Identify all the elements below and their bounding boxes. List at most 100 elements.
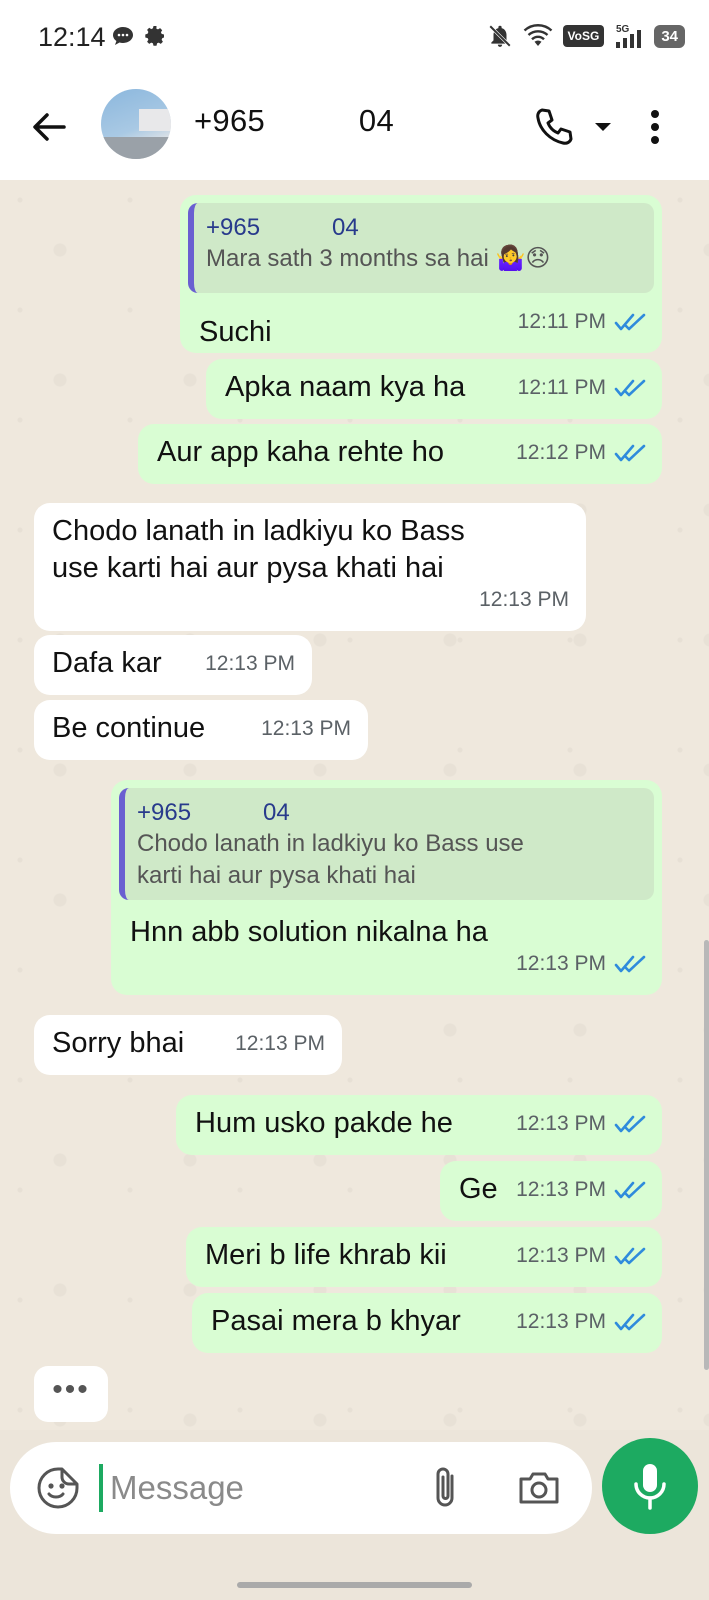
message-time: 12:13 PM	[205, 652, 295, 675]
quoted-message[interactable]: +965 04 Chodo lanath in ladkiyu ko Bass …	[119, 788, 654, 900]
message-time: 12:13 PM	[516, 1112, 606, 1135]
camera-icon	[519, 1472, 559, 1504]
quoted-text: karti hai aur pysa khati hai	[137, 862, 416, 889]
battery-indicator: 34	[654, 24, 685, 48]
message-text: use karti hai aur pysa khati hai	[52, 552, 444, 584]
message-time: 12:13 PM	[516, 1178, 606, 1201]
read-ticks-icon	[614, 1181, 646, 1199]
message-outgoing[interactable]: Hum usko pakde he 12:13 PM	[176, 1095, 662, 1155]
message-outgoing[interactable]: +965 04 Mara sath 3 months sa hai 🤷‍♀️😞 …	[180, 195, 662, 353]
message-incoming[interactable]: Dafa kar 12:13 PM	[34, 635, 312, 695]
read-ticks-icon	[614, 1115, 646, 1133]
message-time: 12:13 PM	[261, 717, 351, 740]
message-meta: 12:13 PM	[479, 581, 569, 619]
message-outgoing[interactable]: Ge 12:13 PM	[440, 1161, 662, 1221]
quoted-text: Mara sath 3 months sa hai 🤷‍♀️😞	[206, 245, 551, 272]
quoted-sender: +965 04	[137, 799, 290, 826]
contact-name[interactable]: +965 04	[194, 103, 394, 139]
message-meta: 12:13 PM	[516, 1303, 648, 1341]
call-options-dropdown[interactable]	[588, 112, 618, 142]
message-incoming[interactable]: Be continue 12:13 PM	[34, 700, 368, 760]
read-ticks-icon	[614, 313, 646, 331]
message-meta: 12:13 PM	[516, 1237, 648, 1275]
sticker-button[interactable]	[34, 1464, 82, 1512]
back-button[interactable]	[24, 102, 74, 152]
message-text: Sorry bhai	[52, 1027, 185, 1059]
chat-notification-icon	[113, 27, 133, 45]
read-ticks-icon	[614, 1247, 646, 1265]
home-gesture-bar[interactable]	[237, 1582, 472, 1588]
message-incoming[interactable]: Sorry bhai 12:13 PM	[34, 1015, 342, 1075]
contact-avatar[interactable]	[101, 89, 171, 159]
typing-indicator: •••	[34, 1366, 108, 1422]
message-outgoing[interactable]: Meri b life khrab kii 12:13 PM	[186, 1227, 662, 1287]
svg-text:5G: 5G	[616, 24, 630, 35]
volte-badge: VoSG	[562, 25, 605, 47]
message-time: 12:13 PM	[516, 1310, 606, 1333]
read-ticks-icon	[614, 379, 646, 397]
overflow-menu-button[interactable]	[640, 102, 670, 152]
wifi-icon	[523, 24, 552, 46]
avatar-photo-icon	[101, 109, 171, 159]
status-bar: 12:14 VoSG 5G 34	[0, 0, 709, 76]
message-time: 12:11 PM	[517, 376, 606, 399]
voice-message-button[interactable]	[602, 1438, 698, 1534]
arrow-left-icon	[33, 113, 66, 141]
sticker-icon	[37, 1467, 79, 1509]
message-meta: 12:13 PM	[516, 945, 648, 983]
message-text: Chodo lanath in ladkiyu ko Bass	[52, 515, 465, 547]
text-cursor	[99, 1464, 103, 1512]
message-text: Dafa kar	[52, 647, 162, 679]
message-time: 12:13 PM	[516, 1244, 606, 1267]
status-system-icons: VoSG 5G 34	[487, 22, 685, 50]
message-meta: 12:13 PM	[261, 710, 351, 748]
caret-down-icon	[595, 123, 611, 131]
message-time: 12:13 PM	[516, 952, 606, 975]
message-outgoing[interactable]: Pasai mera b khyar 12:13 PM	[192, 1293, 662, 1353]
message-meta: 12:12 PM	[516, 434, 648, 472]
message-time: 12:13 PM	[479, 588, 569, 611]
message-incoming[interactable]: Chodo lanath in ladkiyu ko Bass use kart…	[34, 503, 586, 631]
attach-button[interactable]	[424, 1464, 468, 1512]
status-notification-icons	[111, 24, 167, 48]
message-input[interactable]	[110, 1464, 410, 1512]
read-ticks-icon	[614, 1313, 646, 1331]
message-time: 12:11 PM	[517, 310, 606, 333]
message-meta: 12:13 PM	[516, 1171, 648, 1209]
microphone-icon	[634, 1464, 666, 1510]
quoted-message[interactable]: +965 04 Mara sath 3 months sa hai 🤷‍♀️😞	[188, 203, 654, 293]
message-time: 12:13 PM	[235, 1032, 325, 1055]
message-outgoing[interactable]: +965 04 Chodo lanath in ladkiyu ko Bass …	[111, 780, 662, 995]
read-ticks-icon	[614, 444, 646, 462]
message-text: Hnn abb solution nikalna ha	[130, 916, 488, 948]
composer	[0, 1430, 709, 1600]
mute-bell-icon	[488, 25, 511, 47]
message-text: Aur app kaha rehte ho	[157, 436, 444, 468]
message-meta: 12:13 PM	[205, 645, 295, 683]
message-meta: 12:11 PM	[518, 303, 648, 341]
phone-icon	[536, 108, 573, 145]
quoted-sender: +965 04	[206, 214, 359, 241]
message-input-container[interactable]	[10, 1442, 592, 1534]
voice-call-button[interactable]	[528, 102, 578, 152]
message-text: Be continue	[52, 712, 206, 744]
scrollbar[interactable]	[704, 940, 709, 1370]
message-outgoing[interactable]: Aur app kaha rehte ho 12:12 PM	[138, 424, 662, 484]
message-text: Meri b life khrab kii	[205, 1239, 447, 1271]
settings-gear-icon	[145, 26, 164, 46]
message-text: Ge	[459, 1173, 498, 1205]
chat-header: +965 04	[0, 76, 709, 180]
camera-button[interactable]	[515, 1464, 563, 1512]
more-vertical-icon	[651, 110, 659, 144]
message-text: Pasai mera b khyar	[211, 1305, 461, 1337]
message-list[interactable]: +965 04 Mara sath 3 months sa hai 🤷‍♀️😞 …	[0, 180, 709, 1430]
message-text: Apka naam kya ha	[225, 371, 466, 403]
message-text: Suchi	[199, 316, 272, 348]
signal-icon: 5G	[616, 24, 642, 48]
paperclip-icon	[436, 1467, 454, 1507]
message-outgoing[interactable]: Apka naam kya ha 12:11 PM	[206, 359, 662, 419]
quoted-text: Chodo lanath in ladkiyu ko Bass use	[137, 830, 524, 857]
status-time: 12:14	[38, 22, 106, 52]
message-time: 12:12 PM	[516, 441, 606, 464]
message-meta: 12:13 PM	[516, 1105, 648, 1143]
